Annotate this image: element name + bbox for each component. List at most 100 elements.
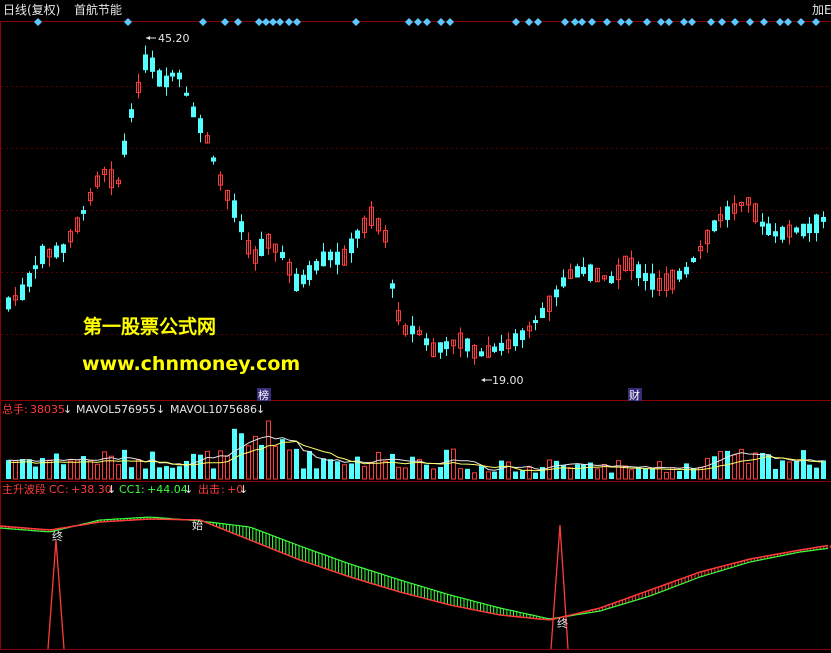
total-label: 总手 xyxy=(2,402,24,416)
volume-bar-down xyxy=(54,453,59,479)
indicator-name: 主升波段 xyxy=(2,482,46,496)
candle-down xyxy=(609,276,614,284)
candle-down xyxy=(725,206,730,220)
volume-bar-down xyxy=(259,444,264,479)
volume-bar-up xyxy=(506,461,511,480)
marker-shi: 始 xyxy=(192,518,203,532)
signal-diamond xyxy=(617,18,625,26)
cc1-line xyxy=(0,516,829,620)
volume-bar-down xyxy=(177,466,182,479)
svg-text:↓: ↓ xyxy=(256,403,265,416)
candle-down xyxy=(780,226,785,240)
signal-diamond xyxy=(746,18,754,26)
candle-down xyxy=(773,231,778,237)
volume-bar-down xyxy=(575,464,580,479)
signal-diamond xyxy=(571,18,579,26)
signal-diamond xyxy=(34,18,42,26)
volume-bar-down xyxy=(170,467,175,479)
volume-bar-down xyxy=(164,466,169,479)
volume-bar-down xyxy=(328,459,333,479)
candle-down xyxy=(143,54,148,71)
volume-bar-down xyxy=(807,464,812,479)
total-value: 38035 xyxy=(30,403,65,416)
candle-down xyxy=(157,70,162,87)
candle-down xyxy=(424,338,429,346)
volume-bar-down xyxy=(280,439,285,479)
cc-value: +38.30 xyxy=(71,483,112,496)
candle-down xyxy=(6,297,11,310)
volume-bar-down xyxy=(232,428,237,479)
volume-bar-up xyxy=(376,451,381,480)
volume-bar-down xyxy=(520,470,525,479)
candle-down xyxy=(677,270,682,280)
volume-bar-down xyxy=(390,453,395,479)
cc-line xyxy=(0,518,829,621)
volume-bar-down xyxy=(239,433,244,479)
candle-down xyxy=(807,223,812,234)
tag-bang[interactable]: 榜 xyxy=(257,388,271,402)
svg-text::: : xyxy=(221,483,225,496)
candle-down xyxy=(170,72,175,77)
signal-diamond xyxy=(437,18,445,26)
volume-bar-down xyxy=(513,471,518,479)
volume-bar-up xyxy=(431,468,436,480)
indicator-curves xyxy=(0,516,831,621)
indicator-legend: 主升波段 CC : +38.30 ↓ CC1 : +44.04 ↓ 出击 : +… xyxy=(2,482,248,496)
volume-bar-down xyxy=(301,468,306,479)
candle-down xyxy=(321,251,326,267)
signal-diamond xyxy=(578,18,586,26)
low-price-label: 19.00 xyxy=(492,374,524,387)
signal-diamond xyxy=(352,18,360,26)
volume-bar-down xyxy=(211,468,216,479)
candle-down xyxy=(801,223,806,237)
candle-down xyxy=(760,221,765,227)
candle-down xyxy=(122,140,127,155)
svg-text::: : xyxy=(65,483,69,496)
volume-bar-up xyxy=(88,459,93,480)
horizontal-gridlines xyxy=(1,86,831,335)
candle-down xyxy=(438,342,443,353)
signal-diamond xyxy=(603,18,611,26)
volume-bar-up xyxy=(266,420,271,480)
volume-bar-down xyxy=(150,451,155,479)
tag-bang-label: 榜 xyxy=(258,388,269,402)
candle-down xyxy=(561,277,566,287)
signal-diamond xyxy=(534,18,542,26)
candle-down xyxy=(355,230,360,239)
candle-down xyxy=(540,307,545,318)
volume-bar-down xyxy=(294,448,299,479)
signal-diamond xyxy=(760,18,768,26)
candle-down xyxy=(554,289,559,298)
tag-cai[interactable]: 财 xyxy=(628,388,642,402)
candle-down xyxy=(27,273,32,287)
signal-diamond xyxy=(657,18,665,26)
volume-bar-down xyxy=(760,452,765,479)
signal-diamond xyxy=(688,18,696,26)
candle-down xyxy=(259,238,264,256)
svg-text:↓: ↓ xyxy=(63,403,72,416)
volume-bar-down xyxy=(157,467,162,479)
volume-legend: 总手 : 38035 ↓ MAVOL5 : 76955 ↓ MAVOL10 : … xyxy=(2,402,265,416)
volume-bar-up xyxy=(109,455,114,480)
candle-down xyxy=(314,261,319,271)
signal-diamond xyxy=(797,18,805,26)
candle-down xyxy=(465,338,470,352)
candle-down xyxy=(164,75,169,88)
candle-down xyxy=(349,238,354,254)
candle-down xyxy=(575,266,580,278)
candle-down xyxy=(40,245,45,265)
volume-bar-down xyxy=(438,467,443,479)
volume-bar-up xyxy=(657,461,662,480)
candle-down xyxy=(198,118,203,134)
volume-bar-down xyxy=(479,466,484,479)
mavol5-value: 76955 xyxy=(121,403,156,416)
candle-down xyxy=(307,265,312,281)
volume-bar-down xyxy=(321,458,326,479)
cc1-value: +44.04 xyxy=(147,483,188,496)
volume-bar-up xyxy=(369,461,374,480)
stock-chart[interactable]: 日线(复权) 首航节能 加E 45.20 19.00 第一股票公式网 www.c… xyxy=(0,0,831,653)
candle-down xyxy=(328,251,333,261)
watermark-title: 第一股票公式网 xyxy=(83,315,216,338)
header-right-label[interactable]: 加E xyxy=(812,3,831,17)
low-price-annotation: 19.00 xyxy=(481,374,524,387)
